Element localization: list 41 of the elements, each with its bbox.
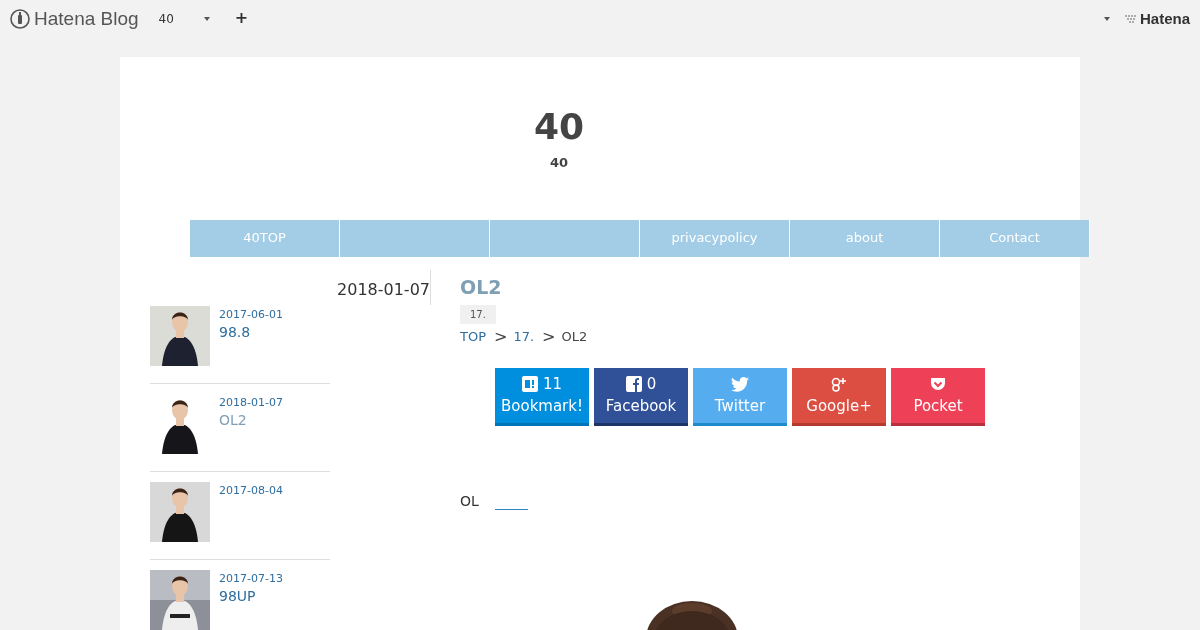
- share-button[interactable]: Google+: [792, 367, 886, 426]
- add-button[interactable]: +: [234, 8, 249, 28]
- share-label: Google+: [806, 396, 872, 416]
- caret-icon[interactable]: [1103, 17, 1110, 21]
- breadcrumb-link[interactable]: 17.: [513, 326, 535, 347]
- share-count: 0: [646, 375, 657, 393]
- breadcrumb-separator: >: [542, 325, 556, 348]
- bird-icon: [731, 376, 749, 392]
- category-tag[interactable]: 17.: [460, 304, 496, 324]
- share-button[interactable]: Pocket: [891, 367, 985, 426]
- share-button[interactable]: 11 Bookmark!: [495, 367, 589, 426]
- blog-name[interactable]: 40: [158, 8, 174, 30]
- hatena-brand[interactable]: Hatena: [1139, 8, 1190, 30]
- breadcrumb-separator: >: [494, 325, 508, 348]
- breadcrumb-link[interactable]: TOP: [460, 326, 486, 347]
- logo-text[interactable]: Hatena Blog: [34, 8, 139, 30]
- post-date[interactable]: 2017-06-01: [219, 307, 283, 322]
- post-date[interactable]: 2017-08-04: [219, 483, 283, 498]
- share-label: Pocket: [913, 396, 963, 416]
- bookmark-icon: [521, 376, 538, 392]
- post-date[interactable]: 2017-07-13: [219, 571, 283, 586]
- logo-icon: [10, 9, 30, 29]
- post-title[interactable]: 98.8: [219, 321, 283, 342]
- pocket-icon: [930, 376, 946, 392]
- post-date[interactable]: 2018-01-07: [219, 395, 283, 410]
- entry-date: 2018-01-07: [337, 278, 430, 301]
- caret-icon[interactable]: [203, 17, 210, 21]
- breadcrumb-current: OL2: [561, 327, 588, 346]
- blog-title[interactable]: 40: [533, 107, 585, 147]
- share-label: Facebook: [605, 396, 677, 416]
- hatena-logo-icon: [1123, 14, 1138, 24]
- share-count: 11: [542, 375, 563, 393]
- blog-subtitle: 40: [549, 154, 569, 172]
- share-label: Twitter: [714, 396, 766, 416]
- facebook-icon: [625, 376, 642, 392]
- post-title[interactable]: 98UP: [219, 585, 283, 606]
- google-plus-icon: [830, 376, 848, 392]
- share-button[interactable]: 0 Facebook: [594, 367, 688, 426]
- share-label: Bookmark!: [501, 396, 583, 416]
- body-text: OL: [460, 491, 479, 511]
- link-underline[interactable]: [494, 508, 528, 510]
